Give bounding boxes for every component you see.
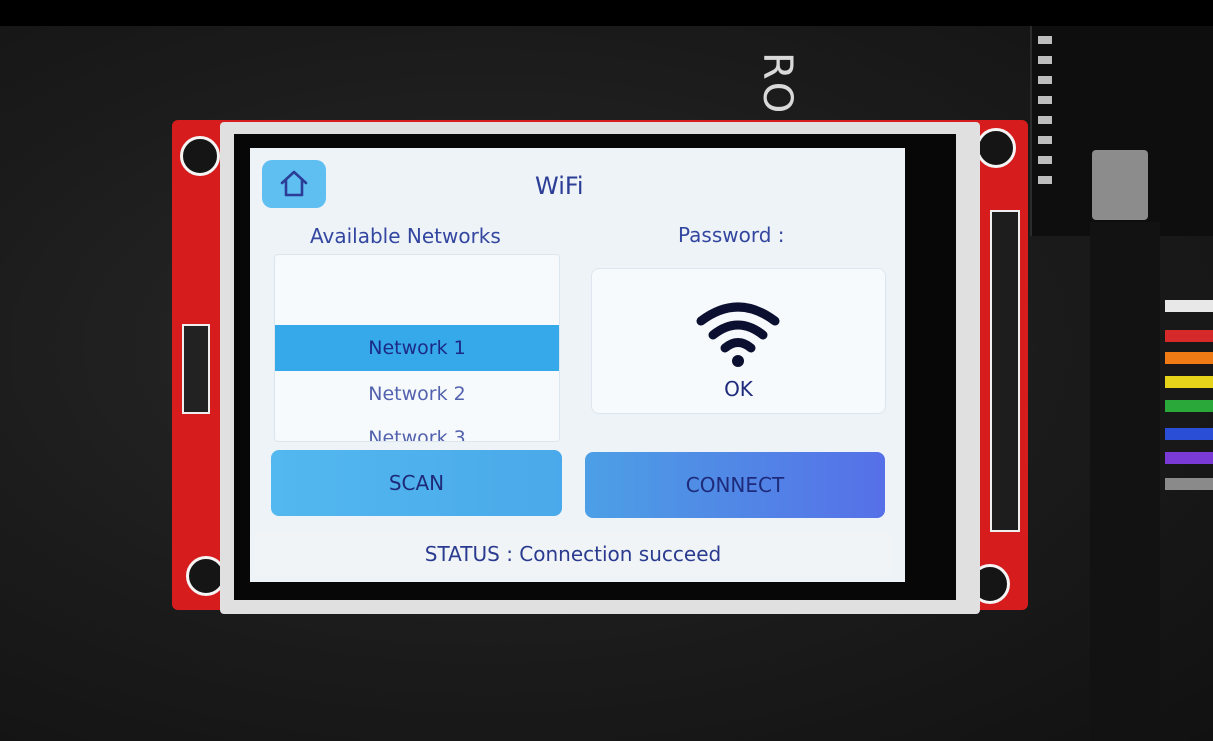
pin-header-left bbox=[182, 324, 210, 414]
status-bar: STATUS : Connection succeed bbox=[254, 532, 892, 576]
network-item[interactable]: Network 2 bbox=[275, 371, 559, 417]
jumper-wire bbox=[1165, 330, 1213, 342]
home-icon bbox=[280, 170, 308, 197]
password-label: Password : bbox=[678, 223, 785, 247]
jumper-wire bbox=[1165, 400, 1213, 412]
mounting-hole bbox=[180, 136, 220, 176]
pcb-silkscreen-text: RO bbox=[754, 52, 800, 116]
usb-port bbox=[1092, 150, 1148, 220]
connect-button[interactable]: CONNECT bbox=[585, 452, 885, 518]
wifi-screen: WiFi Available Networks Password : Netwo… bbox=[250, 148, 905, 582]
jumper-wire bbox=[1165, 300, 1213, 312]
connection-ok-text: OK bbox=[724, 377, 753, 401]
mounting-hole bbox=[976, 128, 1016, 168]
jumper-wire bbox=[1165, 352, 1213, 364]
usb-cable bbox=[1090, 222, 1160, 741]
page-title: WiFi bbox=[535, 172, 584, 200]
scan-button[interactable]: SCAN bbox=[271, 450, 562, 516]
jumper-wire bbox=[1165, 376, 1213, 388]
home-button[interactable] bbox=[262, 160, 326, 208]
network-list[interactable]: Network 1 Network 2 Network 3 bbox=[274, 254, 560, 442]
password-panel[interactable]: OK bbox=[591, 268, 886, 414]
wifi-icon bbox=[696, 302, 780, 367]
network-item[interactable]: Network 3 bbox=[275, 415, 559, 441]
jumper-wire bbox=[1165, 428, 1213, 440]
jumper-wire bbox=[1165, 452, 1213, 464]
available-networks-label: Available Networks bbox=[310, 224, 501, 248]
pin-header-right bbox=[990, 210, 1020, 532]
network-item[interactable]: Network 1 bbox=[275, 325, 559, 371]
jumper-wire bbox=[1165, 478, 1213, 490]
